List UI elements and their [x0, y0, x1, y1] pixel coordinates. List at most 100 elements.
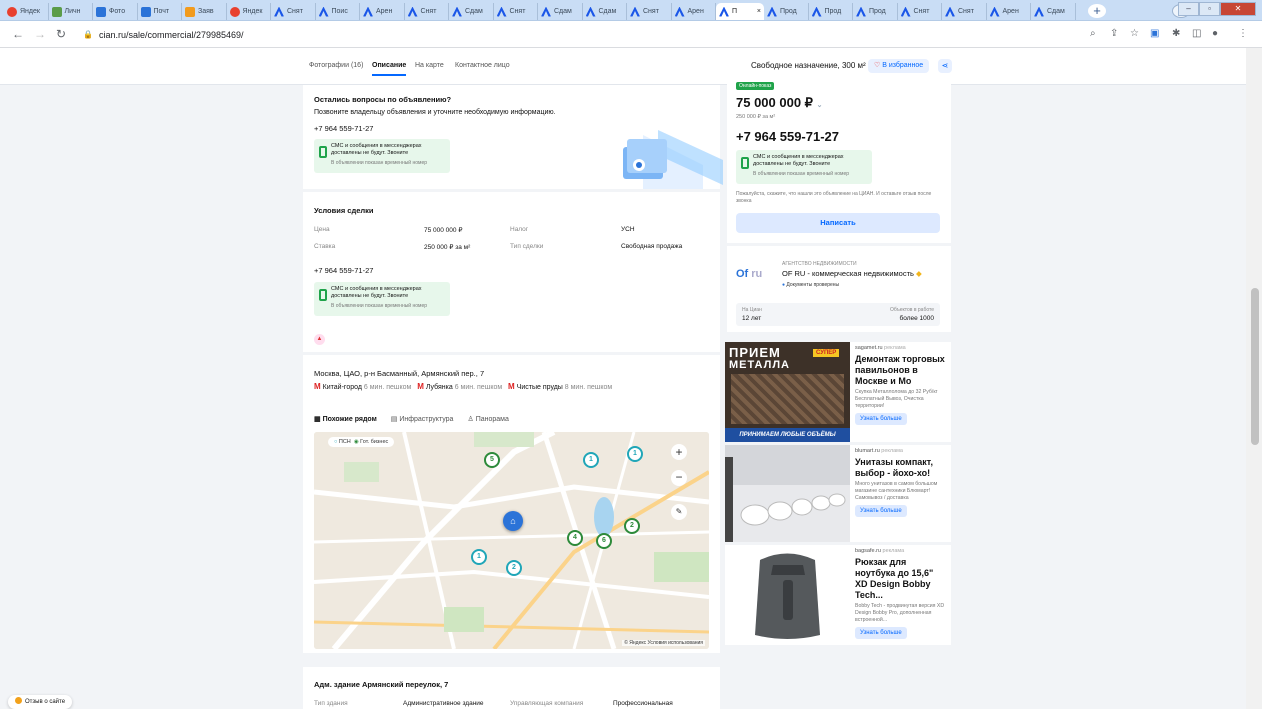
agency-name[interactable]: OF RU - коммерческая недвижимость ◆	[782, 269, 922, 278]
browser-tab[interactable]: Снят	[494, 3, 538, 20]
map-cluster-pin[interactable]: 4	[567, 530, 583, 546]
subnav-map[interactable]: На карте	[415, 62, 444, 69]
map-cluster-pin[interactable]: 1	[471, 549, 487, 565]
browser-tab[interactable]: Личн	[49, 3, 93, 20]
browser-tab[interactable]: Сдам	[538, 3, 583, 20]
map-cluster-pin[interactable]: 1	[583, 452, 599, 468]
url-field[interactable]: 🔒 cian.ru/sale/commercial/279985469/	[83, 25, 1063, 44]
browser-tab[interactable]: Почт	[138, 3, 182, 20]
zoom-in-button[interactable]: +	[671, 444, 687, 460]
tab-title: Сдам	[465, 8, 483, 15]
feedback-button[interactable]: Отзыв о сайте	[8, 695, 73, 709]
browser-tab[interactable]: Фото	[93, 3, 138, 20]
ad-learn-more-button[interactable]: Узнать больше	[855, 505, 907, 517]
share-icon[interactable]: ⇪	[1110, 28, 1118, 39]
metro-station[interactable]: M Лубянка 6 мин. пешком	[417, 382, 502, 391]
minimize-button[interactable]: –	[1178, 2, 1199, 16]
sidepanel-icon[interactable]: ◫	[1192, 28, 1201, 39]
scrollbar-thumb[interactable]	[1251, 288, 1259, 445]
tab-favicon-icon	[51, 6, 62, 17]
browser-tab[interactable]: Арен	[672, 3, 716, 20]
profile-icon[interactable]: ●	[1212, 28, 1218, 39]
url-text: cian.ru/sale/commercial/279985469/	[98, 29, 244, 40]
tab-title: Снят	[287, 8, 303, 15]
map-cluster-pin[interactable]: 1	[627, 446, 643, 462]
close-window-button[interactable]: ✕	[1220, 2, 1256, 16]
map-copyright[interactable]: © Яндекс Условия использования	[622, 640, 705, 646]
browser-tab[interactable]: Снят	[898, 3, 942, 20]
price: 75 000 000 ₽ ⌄	[736, 95, 823, 110]
tab-panorama[interactable]: ♙ Панорама	[467, 415, 508, 423]
browser-tab-bar: Яндек Личн Фото Почт Заяв Яндек Снят Поис Арен Сн…	[0, 0, 1262, 21]
price-info-icon[interactable]: ⌄	[817, 102, 823, 109]
subnav-description[interactable]: Описание	[372, 62, 407, 76]
zoom-icon[interactable]: ⌕	[1090, 28, 1096, 39]
metro-icon: M	[508, 382, 515, 391]
back-icon[interactable]: ←	[12, 27, 24, 41]
browser-tab[interactable]: Прод	[764, 3, 809, 20]
browser-tab[interactable]: Снят	[942, 3, 987, 20]
metro-station[interactable]: M Чистые пруды 8 мин. пешком	[508, 382, 612, 391]
extension-icon[interactable]: ▣	[1150, 28, 1159, 39]
scrollbar[interactable]	[1246, 48, 1262, 709]
map-cluster-pin[interactable]: 5	[484, 452, 500, 468]
browser-tab-active[interactable]: П ×	[716, 3, 764, 20]
browser-tab[interactable]: Яндек	[227, 3, 271, 20]
ruler-icon[interactable]: ✎	[671, 504, 687, 520]
browser-tab[interactable]: Яндек	[4, 3, 49, 20]
extensions-puzzle-icon[interactable]: ✱	[1172, 28, 1180, 39]
deal-conditions-card: Условия сделки Цена 75 000 000 ₽ Налог У…	[303, 192, 720, 352]
map[interactable]: ○ ПСН ◉ Гот. бизнес 5 1 1 2 4 6 1 2 ⌂ + …	[314, 432, 709, 649]
close-tab-icon[interactable]: ×	[757, 8, 761, 15]
new-tab-button[interactable]: +	[1088, 4, 1106, 18]
forward-icon[interactable]: →	[34, 27, 46, 41]
browser-tab[interactable]: Сдам	[1031, 3, 1076, 20]
ad-card[interactable]: bagsafe.ru реклама Рюкзак для ноутбука д…	[725, 545, 951, 645]
browser-tab[interactable]: Прод	[853, 3, 898, 20]
browser-tab[interactable]: Снят	[627, 3, 672, 20]
browser-tab[interactable]: Сдам	[449, 3, 494, 20]
reload-icon[interactable]: ↻	[56, 27, 66, 41]
agency-logo[interactable]: Of ru	[736, 258, 768, 290]
browser-tab[interactable]: Снят	[405, 3, 449, 20]
ad-image[interactable]: ПРИЕМ МЕТАЛЛА СУПЕР ПРИНИМАЕМ ЛЮБЫЕ ОБЪЁ…	[725, 342, 850, 442]
ad-image[interactable]	[725, 545, 850, 645]
browser-tab[interactable]: Сдам	[583, 3, 627, 20]
side-phone[interactable]: +7 964 559-71-27	[736, 129, 839, 144]
map-cluster-pin[interactable]: 6	[596, 533, 612, 549]
metro-station[interactable]: M Китай-город 6 мин. пешком	[314, 382, 411, 391]
deal-label: Ставка	[314, 243, 336, 250]
browser-tab[interactable]: Прод	[809, 3, 853, 20]
tab-infrastructure[interactable]: ▤ Инфраструктура	[391, 415, 454, 423]
zoom-out-button[interactable]: −	[671, 470, 687, 486]
bookmark-star-icon[interactable]: ☆	[1130, 28, 1139, 39]
maximize-button[interactable]: ▫	[1199, 2, 1220, 16]
browser-tab[interactable]: Арен	[360, 3, 405, 20]
ad-card[interactable]: blumart.ru реклама Унитазы компакт, выбо…	[725, 445, 951, 542]
map-cluster-pin[interactable]: 2	[624, 518, 640, 534]
object-location-pin-icon[interactable]: ⌂	[503, 511, 523, 531]
report-icon[interactable]: ▲	[314, 334, 325, 345]
browser-tab[interactable]: Арен	[987, 3, 1031, 20]
write-message-button[interactable]: Написать	[736, 213, 940, 233]
ad-card[interactable]: ПРИЕМ МЕТАЛЛА СУПЕР ПРИНИМАЕМ ЛЮБЫЕ ОБЪЁ…	[725, 342, 951, 442]
share-listing-button[interactable]: ⋖	[938, 59, 952, 73]
browser-tab[interactable]: Заяв	[182, 3, 227, 20]
contact-phone[interactable]: +7 964 559-71-27	[314, 124, 373, 133]
ad-learn-more-button[interactable]: Узнать больше	[855, 413, 907, 425]
subnav-photos[interactable]: Фотографии (16)	[309, 62, 363, 69]
map-cluster-pin[interactable]: 2	[506, 560, 522, 576]
tab-similar-nearby[interactable]: ▦ Похожие рядом	[314, 415, 377, 423]
ad-image[interactable]	[725, 445, 850, 542]
add-to-favorites-button[interactable]: ♡ В избранное	[868, 59, 930, 73]
tab-title: Фото	[109, 8, 126, 15]
deal-value: 250 000 ₽ за м²	[424, 244, 471, 251]
menu-icon[interactable]: ⋮	[1238, 28, 1248, 39]
browser-tab[interactable]: Поис	[316, 3, 360, 20]
ad-learn-more-button[interactable]: Узнать больше	[855, 627, 907, 639]
browser-tab[interactable]: Снят	[271, 3, 316, 20]
deal-phone[interactable]: +7 964 559-71-27	[314, 266, 373, 275]
subnav-contact[interactable]: Контактное лицо	[455, 62, 510, 69]
deal-label: Цена	[314, 226, 330, 233]
listing-title: Свободное назначение, 300 м²	[751, 61, 866, 70]
